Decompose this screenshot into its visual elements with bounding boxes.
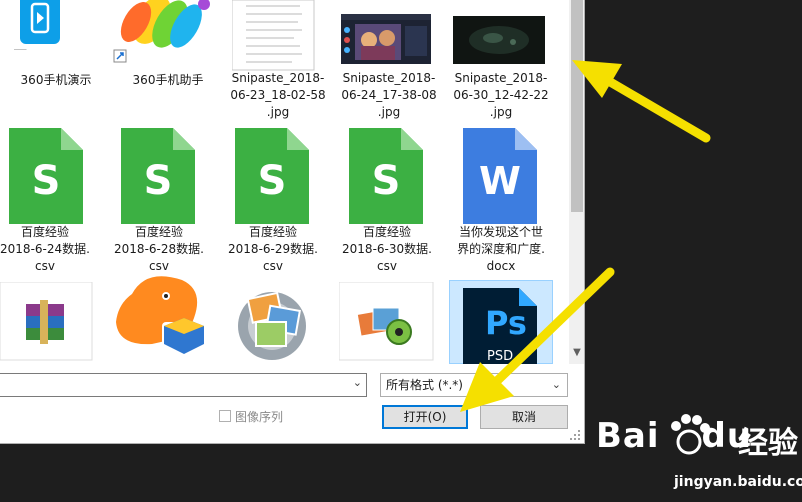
file-item-photo-viewer[interactable] xyxy=(339,282,451,362)
watermark-url: jingyan.baidu.com xyxy=(674,474,802,490)
file-label: Snipaste_2018- 06-30_12-42-22 .jpg xyxy=(453,71,549,119)
photo-gallery-icon xyxy=(238,291,306,360)
wps-spreadsheet-icon: S xyxy=(121,128,195,224)
file-label: 360手机演示 xyxy=(20,73,92,87)
svg-text:S: S xyxy=(32,158,61,204)
svg-text:S: S xyxy=(258,158,287,204)
file-item-snipaste-0630[interactable]: Snipaste_2018- 06-30_12-42-22 .jpg xyxy=(445,0,557,126)
svg-text:W: W xyxy=(479,159,521,203)
file-item-docx[interactable]: W 当你发现这个世 界的深度和广度. docx xyxy=(445,128,557,276)
annotation-arrow-icon xyxy=(460,267,615,412)
installer-app-icon xyxy=(116,276,206,354)
file-name-input[interactable]: ⌄ xyxy=(0,373,367,397)
resize-grip-icon[interactable] xyxy=(568,428,582,442)
image-thumbnail xyxy=(453,16,545,64)
background-area xyxy=(0,444,586,502)
file-item-csv-0628[interactable]: S 百度经验 2018-6-28数据. csv xyxy=(103,128,215,276)
file-label: 360手机助手 xyxy=(132,73,204,87)
file-label: Snipaste_2018- 06-23_18-02-58 .jpg xyxy=(230,71,326,119)
file-label: 百度经验 2018-6-28数据. csv xyxy=(114,225,204,273)
svg-text:S: S xyxy=(144,158,173,204)
wps-spreadsheet-icon: S xyxy=(9,128,83,224)
watermark-text: 经验 xyxy=(738,426,798,461)
wps-spreadsheet-icon: S xyxy=(349,128,423,224)
image-viewer-icon xyxy=(339,282,434,361)
annotation-arrow-icon xyxy=(572,60,711,143)
file-item-installer[interactable] xyxy=(112,276,224,362)
chevron-down-icon[interactable]: ⌄ xyxy=(353,376,362,389)
image-sequence-label: 图像序列 xyxy=(235,410,284,424)
wps-spreadsheet-icon: S xyxy=(235,128,309,224)
file-item-csv-0629[interactable]: S 百度经验 2018-6-29数据. csv xyxy=(217,128,329,276)
file-item-360-assistant[interactable]: 360手机助手 xyxy=(112,0,224,120)
svg-text:S: S xyxy=(372,158,401,204)
image-sequence-checkbox[interactable] xyxy=(219,410,231,422)
document-thumbnail xyxy=(232,0,315,71)
file-item-360-demo[interactable]: 360手机演示 xyxy=(0,0,112,120)
file-item-photo-app[interactable] xyxy=(224,282,336,362)
file-item-snipaste-0624[interactable]: Snipaste_2018- 06-24_17-38-08 .jpg xyxy=(333,0,445,126)
app-shortcut-icon xyxy=(14,0,60,50)
baidu-jingyan-watermark: Baidu 经验 jingyan.baidu.com xyxy=(588,408,802,498)
file-label: Snipaste_2018- 06-24_17-38-08 .jpg xyxy=(341,71,437,119)
file-label: 百度经验 2018-6-24数据. csv xyxy=(0,225,90,273)
app-shortcut-icon xyxy=(113,0,210,63)
watermark-brand: Bai du xyxy=(596,416,753,456)
file-label: 百度经验 2018-6-29数据. csv xyxy=(228,225,318,273)
file-item-csv-0624[interactable]: S 百度经验 2018-6-24数据. csv xyxy=(0,128,101,276)
file-item-winrar[interactable] xyxy=(0,282,112,362)
file-item-snipaste-0623[interactable]: Snipaste_2018- 06-23_18-02-58 .jpg xyxy=(222,0,334,126)
file-label: 百度经验 2018-6-30数据. csv xyxy=(342,225,432,273)
image-thumbnail xyxy=(341,14,431,64)
winrar-archive-icon xyxy=(0,282,93,361)
file-item-csv-0630[interactable]: S 百度经验 2018-6-30数据. csv xyxy=(331,128,443,276)
wps-writer-icon: W xyxy=(463,128,537,224)
